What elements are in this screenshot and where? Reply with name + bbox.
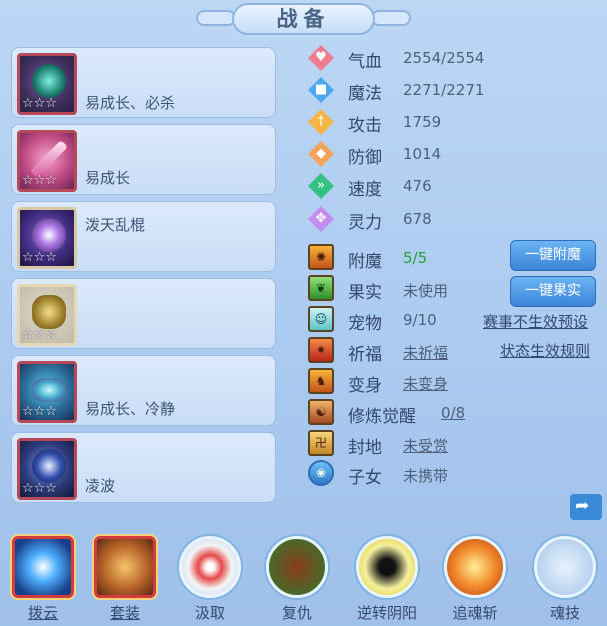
stat-value: 2271/2271 xyxy=(403,81,485,99)
sword-icon: † xyxy=(308,109,334,135)
stat-speed: » 速度 476 xyxy=(308,173,598,200)
fief-icon: 卍 xyxy=(308,430,334,456)
equipment-label: 凌波 xyxy=(85,477,116,495)
fruit-all-button[interactable]: 一键果实 xyxy=(510,276,596,307)
skill-label: 汲取 xyxy=(194,604,225,622)
title-ornament-left xyxy=(196,10,236,26)
info-fief[interactable]: 卍 封地 未受赏 xyxy=(308,430,598,458)
stat-name: 攻击 xyxy=(348,116,382,136)
set-skill-icon xyxy=(94,536,156,598)
skill-label: 魂技 xyxy=(549,604,580,622)
stat-value: 1014 xyxy=(403,145,442,163)
info-value: 未使用 xyxy=(403,282,449,300)
skill-set[interactable]: 套装 xyxy=(90,532,160,626)
info-name: 祈福 xyxy=(348,345,382,365)
skill-label: 追魂斩 xyxy=(452,604,498,622)
skill-revenge[interactable]: 复仇 xyxy=(262,532,332,626)
stat-mp: ■ 魔法 2271/2271 xyxy=(308,77,598,104)
speed-icon: » xyxy=(308,173,334,199)
equipment-label: 易成长 xyxy=(85,169,131,187)
share-icon[interactable]: ➦ xyxy=(570,494,602,520)
skill-soul[interactable]: 魂技 xyxy=(530,532,600,626)
yinyang-skill-icon xyxy=(356,536,418,598)
info-transform[interactable]: ♞ 变身 未变身 xyxy=(308,368,598,396)
stat-hp: ♥ 气血 2554/2554 xyxy=(308,45,598,72)
info-value-link[interactable]: 未变身 xyxy=(403,373,448,394)
info-name: 宠物 xyxy=(348,314,382,334)
mana-icon: ■ xyxy=(308,77,334,103)
info-name: 附魔 xyxy=(348,252,382,272)
equipment-label: 易成长、必杀 xyxy=(85,94,176,112)
event-preset-link[interactable]: 赛事不生效预设 xyxy=(483,311,588,332)
cloud-skill-icon xyxy=(12,536,74,598)
stat-value: 2554/2554 xyxy=(403,49,485,67)
info-value: 9/10 xyxy=(403,311,437,329)
info-cultivation[interactable]: ☯ 修炼觉醒 0/8 xyxy=(308,399,598,427)
equipment-slot-6[interactable]: ☆☆☆ 凌波 xyxy=(11,432,276,503)
soul-skill-icon xyxy=(534,536,596,598)
equipment-icon: ☆☆☆ xyxy=(17,284,77,346)
status-rules-link[interactable]: 状态生效规则 xyxy=(500,340,590,361)
info-value-link[interactable]: 0/8 xyxy=(441,404,465,422)
fruit-icon: ❦ xyxy=(308,275,334,301)
stat-name: 魔法 xyxy=(348,84,382,104)
info-name: 封地 xyxy=(348,438,382,458)
skill-absorb[interactable]: 汲取 xyxy=(175,532,245,626)
stat-value: 1759 xyxy=(403,113,442,131)
enchant-icon: ✺ xyxy=(308,244,334,270)
enchant-all-button[interactable]: 一键附魔 xyxy=(510,240,596,271)
heart-icon: ♥ xyxy=(308,45,334,71)
shield-icon: ◆ xyxy=(308,141,334,167)
paw-icon: ❀ xyxy=(308,460,334,486)
equipment-slot-1[interactable]: ☆☆☆ 易成长、必杀 xyxy=(11,47,276,118)
equipment-icon: ☆☆☆ xyxy=(17,361,77,423)
equipment-label: 泼天乱棍 xyxy=(85,216,146,234)
skill-cloud[interactable]: 拨云 xyxy=(8,532,78,626)
info-name: 果实 xyxy=(348,283,382,303)
info-value-link[interactable]: 未祈福 xyxy=(403,342,448,363)
info-value: 5/5 xyxy=(403,249,428,267)
blessing-icon: ✷ xyxy=(308,337,334,363)
slash-skill-icon xyxy=(444,536,506,598)
stat-attack: † 攻击 1759 xyxy=(308,109,598,136)
skill-yinyang[interactable]: 逆转阴阳 xyxy=(352,532,422,626)
transform-icon: ♞ xyxy=(308,368,334,394)
skill-label: 套装 xyxy=(109,604,140,622)
stat-name: 气血 xyxy=(348,52,382,72)
skill-slash[interactable]: 追魂斩 xyxy=(440,532,510,626)
equipment-icon: ☆☆☆ xyxy=(17,438,77,500)
stat-name: 防御 xyxy=(348,148,382,168)
stat-value: 678 xyxy=(403,210,432,228)
info-name: 变身 xyxy=(348,376,382,396)
spirit-icon: ✥ xyxy=(308,206,334,232)
info-value: 未携带 xyxy=(403,467,449,485)
equipment-slot-5[interactable]: ☆☆☆ 易成长、冷静 xyxy=(11,355,276,426)
pet-icon: ☺ xyxy=(308,306,334,332)
equipment-icon: ☆☆☆ xyxy=(17,130,77,192)
skill-label: 复仇 xyxy=(281,604,312,622)
stat-defense: ◆ 防御 1014 xyxy=(308,141,598,168)
equipment-slot-3[interactable]: ☆☆☆ 泼天乱棍 xyxy=(11,201,276,272)
skill-label: 逆转阴阳 xyxy=(356,604,417,622)
info-name: 子女 xyxy=(348,468,382,488)
skill-label: 拨云 xyxy=(27,604,58,622)
stat-spirit: ✥ 灵力 678 xyxy=(308,206,598,233)
info-name: 修炼觉醒 xyxy=(348,407,416,427)
revenge-skill-icon xyxy=(266,536,328,598)
equipment-icon: ☆☆☆ xyxy=(17,53,77,115)
stat-name: 速度 xyxy=(348,180,382,200)
equipment-slot-4[interactable]: ☆☆☆ xyxy=(11,278,276,349)
stat-value: 476 xyxy=(403,177,432,195)
cultivation-icon: ☯ xyxy=(308,399,334,425)
equipment-icon: ☆☆☆ xyxy=(17,207,77,269)
equipment-slot-2[interactable]: ☆☆☆ 易成长 xyxy=(11,124,276,195)
page-title: 战备 xyxy=(232,3,375,35)
stat-name: 灵力 xyxy=(348,213,382,233)
title-ornament-right xyxy=(371,10,411,26)
equipment-label: 易成长、冷静 xyxy=(85,400,176,418)
info-value-link[interactable]: 未受赏 xyxy=(403,435,448,456)
title-bar: 战备 xyxy=(0,0,607,40)
absorb-skill-icon xyxy=(179,536,241,598)
info-children: ❀ 子女 未携带 xyxy=(308,460,598,488)
